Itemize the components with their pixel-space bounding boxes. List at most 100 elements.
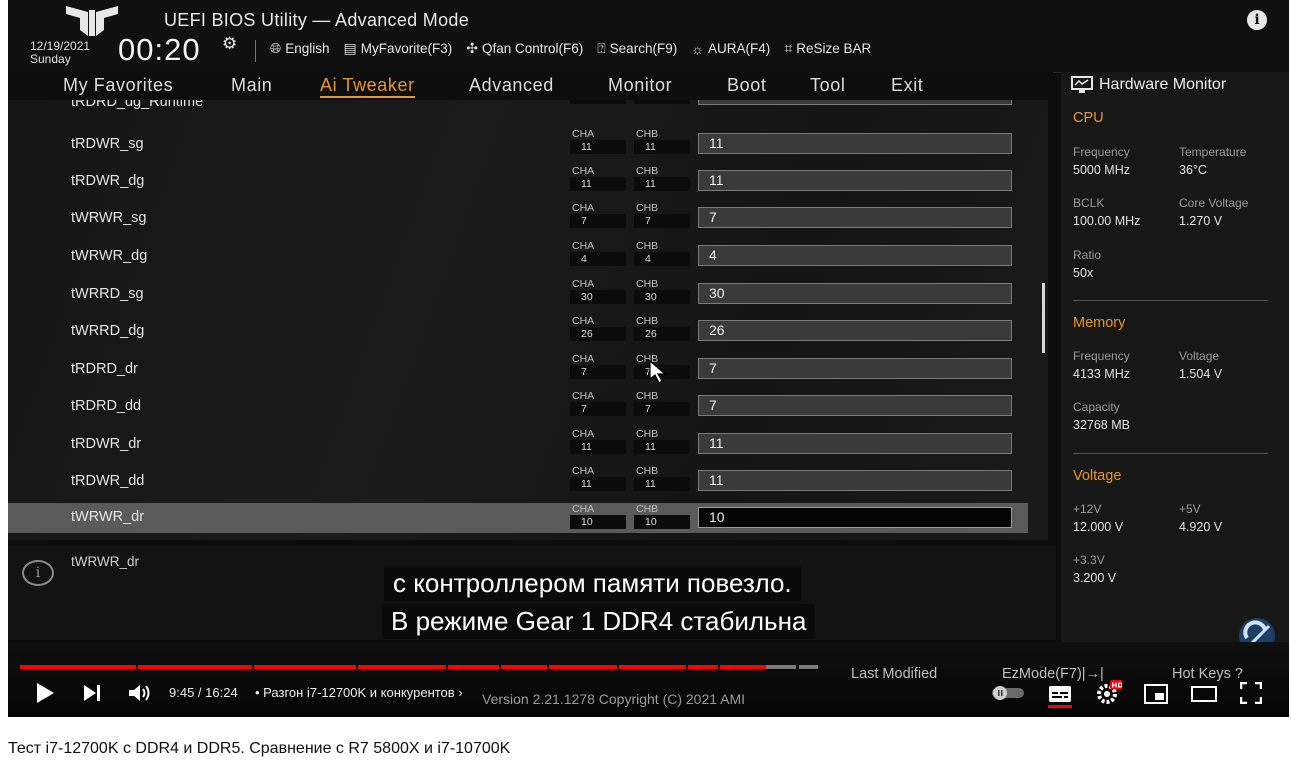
- volume-icon[interactable]: [128, 683, 152, 703]
- setting-value-field[interactable]: 11: [698, 133, 1012, 154]
- cha-value: 10: [570, 515, 626, 529]
- settings-row[interactable]: tWRWR_sg CHA 7 CHB 7 7: [8, 199, 1028, 235]
- menu-boot[interactable]: Boot: [727, 75, 766, 96]
- settings-row[interactable]: tRDWR_dg CHA 11 CHB 11 11: [8, 162, 1028, 198]
- settings-row-partial[interactable]: tRDRD_dg_Runtime 4 4 4: [8, 100, 1028, 122]
- chb-box: 4: [634, 100, 690, 104]
- chb-label: CHB: [636, 202, 659, 214]
- bclk-label: BCLK: [1073, 196, 1105, 210]
- next-video-icon[interactable]: [82, 684, 102, 702]
- settings-icon[interactable]: HD: [1096, 680, 1122, 706]
- chb-label: CHB: [636, 240, 659, 252]
- theater-mode-icon[interactable]: [1191, 684, 1217, 704]
- menu-my-favorites[interactable]: My Favorites: [63, 75, 173, 96]
- timing-settings-list: tRDRD_dg_Runtime 4 4 4 tRDWR_sg CHA11 CH…: [8, 100, 1048, 540]
- tuf-logo-icon: [66, 6, 118, 36]
- menu-advanced[interactable]: Advanced: [469, 75, 554, 96]
- setting-name: tRDRD_dr: [71, 361, 138, 377]
- resize-bar-icon: ⌗: [784, 40, 793, 56]
- progress-bar[interactable]: [20, 665, 818, 669]
- core-voltage-value: 1.270 V: [1179, 214, 1223, 228]
- setting-value-field[interactable]: 30: [698, 283, 1012, 304]
- setting-value-field[interactable]: 11: [698, 433, 1012, 454]
- cha-label: CHA: [572, 315, 595, 327]
- settings-row-selected[interactable]: tWRWR_dr CHA 10 CHB 10 10: [8, 503, 1028, 533]
- bios-clock: 00:20: [118, 32, 201, 67]
- chb-box: CHB 11: [634, 428, 690, 454]
- settings-row[interactable]: tWRRD_sg CHA 30 CHB 30 30: [8, 275, 1028, 311]
- chb-box: CHB 7: [634, 202, 690, 228]
- v5-label: +5V: [1179, 502, 1201, 516]
- toolbar-divider: [255, 40, 256, 62]
- setting-value-field[interactable]: 26: [698, 320, 1012, 341]
- progress-segment: [688, 665, 718, 669]
- memory-frequency-value: 4133 MHz: [1073, 367, 1130, 381]
- bios-version-text: Version 2.21.1278 Copyright (C) 2021 AMI: [482, 691, 746, 707]
- chb-value: 7: [634, 214, 690, 228]
- hardware-monitor-label: Hardware Monitor: [1099, 76, 1227, 93]
- info-icon[interactable]: i: [1247, 10, 1267, 30]
- chb-value: 7: [634, 402, 690, 416]
- menu-main[interactable]: Main: [231, 75, 272, 96]
- setting-value-field[interactable]: 7: [698, 395, 1012, 416]
- aura-button[interactable]: ☼ AURA(F4): [691, 40, 770, 57]
- miniplayer-icon[interactable]: [1144, 684, 1168, 704]
- settings-row[interactable]: tRDRD_dr CHA 7 CHB 7 7: [8, 350, 1028, 386]
- settings-row[interactable]: tRDRD_dd CHA 7 CHB 7 7: [8, 387, 1028, 423]
- setting-value-field[interactable]: 10: [698, 507, 1012, 528]
- v33-value: 3.200 V: [1073, 571, 1117, 585]
- settings-gear-icon[interactable]: ⚙: [222, 34, 237, 54]
- setting-value-field[interactable]: 11: [698, 470, 1012, 491]
- chb-label: CHB: [636, 315, 659, 327]
- settings-row[interactable]: tRDWR_dr CHA 11 CHB 11 11: [8, 425, 1028, 461]
- setting-name: tWRWR_dg: [71, 248, 148, 264]
- menu-monitor[interactable]: Monitor: [608, 75, 672, 96]
- memory-voltage-value: 1.504 V: [1179, 367, 1223, 381]
- globe-icon: 🌐︎: [270, 40, 282, 56]
- setting-value-field[interactable]: 7: [698, 207, 1012, 228]
- bios-menu-bar: My Favorites Main Ai Tweaker Advanced Mo…: [8, 72, 1053, 102]
- settings-row[interactable]: tRDWR_dd CHA 11 CHB 11 11: [8, 462, 1028, 498]
- settings-row[interactable]: tWRRD_dg CHA 26 CHB 26 26: [8, 312, 1028, 348]
- cha-box: CHA 7: [570, 202, 626, 228]
- svg-text:HD: HD: [1112, 682, 1123, 690]
- chapter-title[interactable]: • Разгон i7-12700K и конкурентов ›: [255, 685, 463, 700]
- fullscreen-icon[interactable]: [1240, 682, 1262, 704]
- cha-value: 26: [570, 327, 626, 341]
- cha-value: 7: [570, 214, 626, 228]
- chb-value: 11: [634, 177, 690, 191]
- list-scrollbar[interactable]: [1042, 283, 1045, 353]
- settings-row[interactable]: tRDWR_sg CHA 11 CHB 11 11: [8, 125, 1028, 161]
- language-button[interactable]: 🌐︎ English: [270, 40, 329, 57]
- cha-label: CHA: [572, 240, 595, 252]
- myfavorite-button[interactable]: ▤ MyFavorite(F3): [343, 40, 452, 57]
- section-divider: [1073, 453, 1268, 454]
- qfan-button[interactable]: ✣ Qfan Control(F6): [466, 40, 583, 57]
- chb-value: 11: [634, 140, 690, 154]
- memory-frequency-label: Frequency: [1073, 349, 1130, 363]
- resize-bar-button[interactable]: ⌗ ReSize BAR: [784, 40, 871, 57]
- setting-value-field[interactable]: 7: [698, 358, 1012, 379]
- bios-date: 12/19/2021 Sunday: [30, 40, 90, 66]
- subtitles-icon[interactable]: [1048, 684, 1072, 708]
- setting-value-field[interactable]: 11: [698, 170, 1012, 191]
- subtitle-line-2: В режиме Gear 1 DDR4 стабильна: [382, 604, 816, 639]
- setting-value-field[interactable]: 4: [698, 100, 1012, 105]
- progress-segment: [501, 665, 547, 669]
- chb-box: CHB 4: [634, 240, 690, 266]
- cha-value: 7: [570, 402, 626, 416]
- menu-ai-tweaker[interactable]: Ai Tweaker: [320, 75, 415, 98]
- video-player[interactable]: UEFI BIOS Utility — Advanced Mode i 12/1…: [8, 0, 1289, 717]
- search-label: Search(F9): [609, 41, 678, 56]
- play-icon[interactable]: [34, 682, 56, 704]
- setting-value-field[interactable]: 4: [698, 245, 1012, 266]
- cha-label: CHA: [572, 428, 595, 440]
- menu-tool[interactable]: Tool: [810, 75, 845, 96]
- progress-segment: [138, 665, 252, 669]
- search-button[interactable]: ⍰ Search(F9): [597, 40, 677, 57]
- autoplay-toggle-icon[interactable]: [991, 685, 1025, 701]
- chb-label: CHB: [636, 465, 659, 477]
- core-voltage-label: Core Voltage: [1179, 196, 1249, 210]
- settings-row[interactable]: tWRWR_dg CHA 4 CHB 4 4: [8, 237, 1028, 273]
- menu-exit[interactable]: Exit: [891, 75, 923, 96]
